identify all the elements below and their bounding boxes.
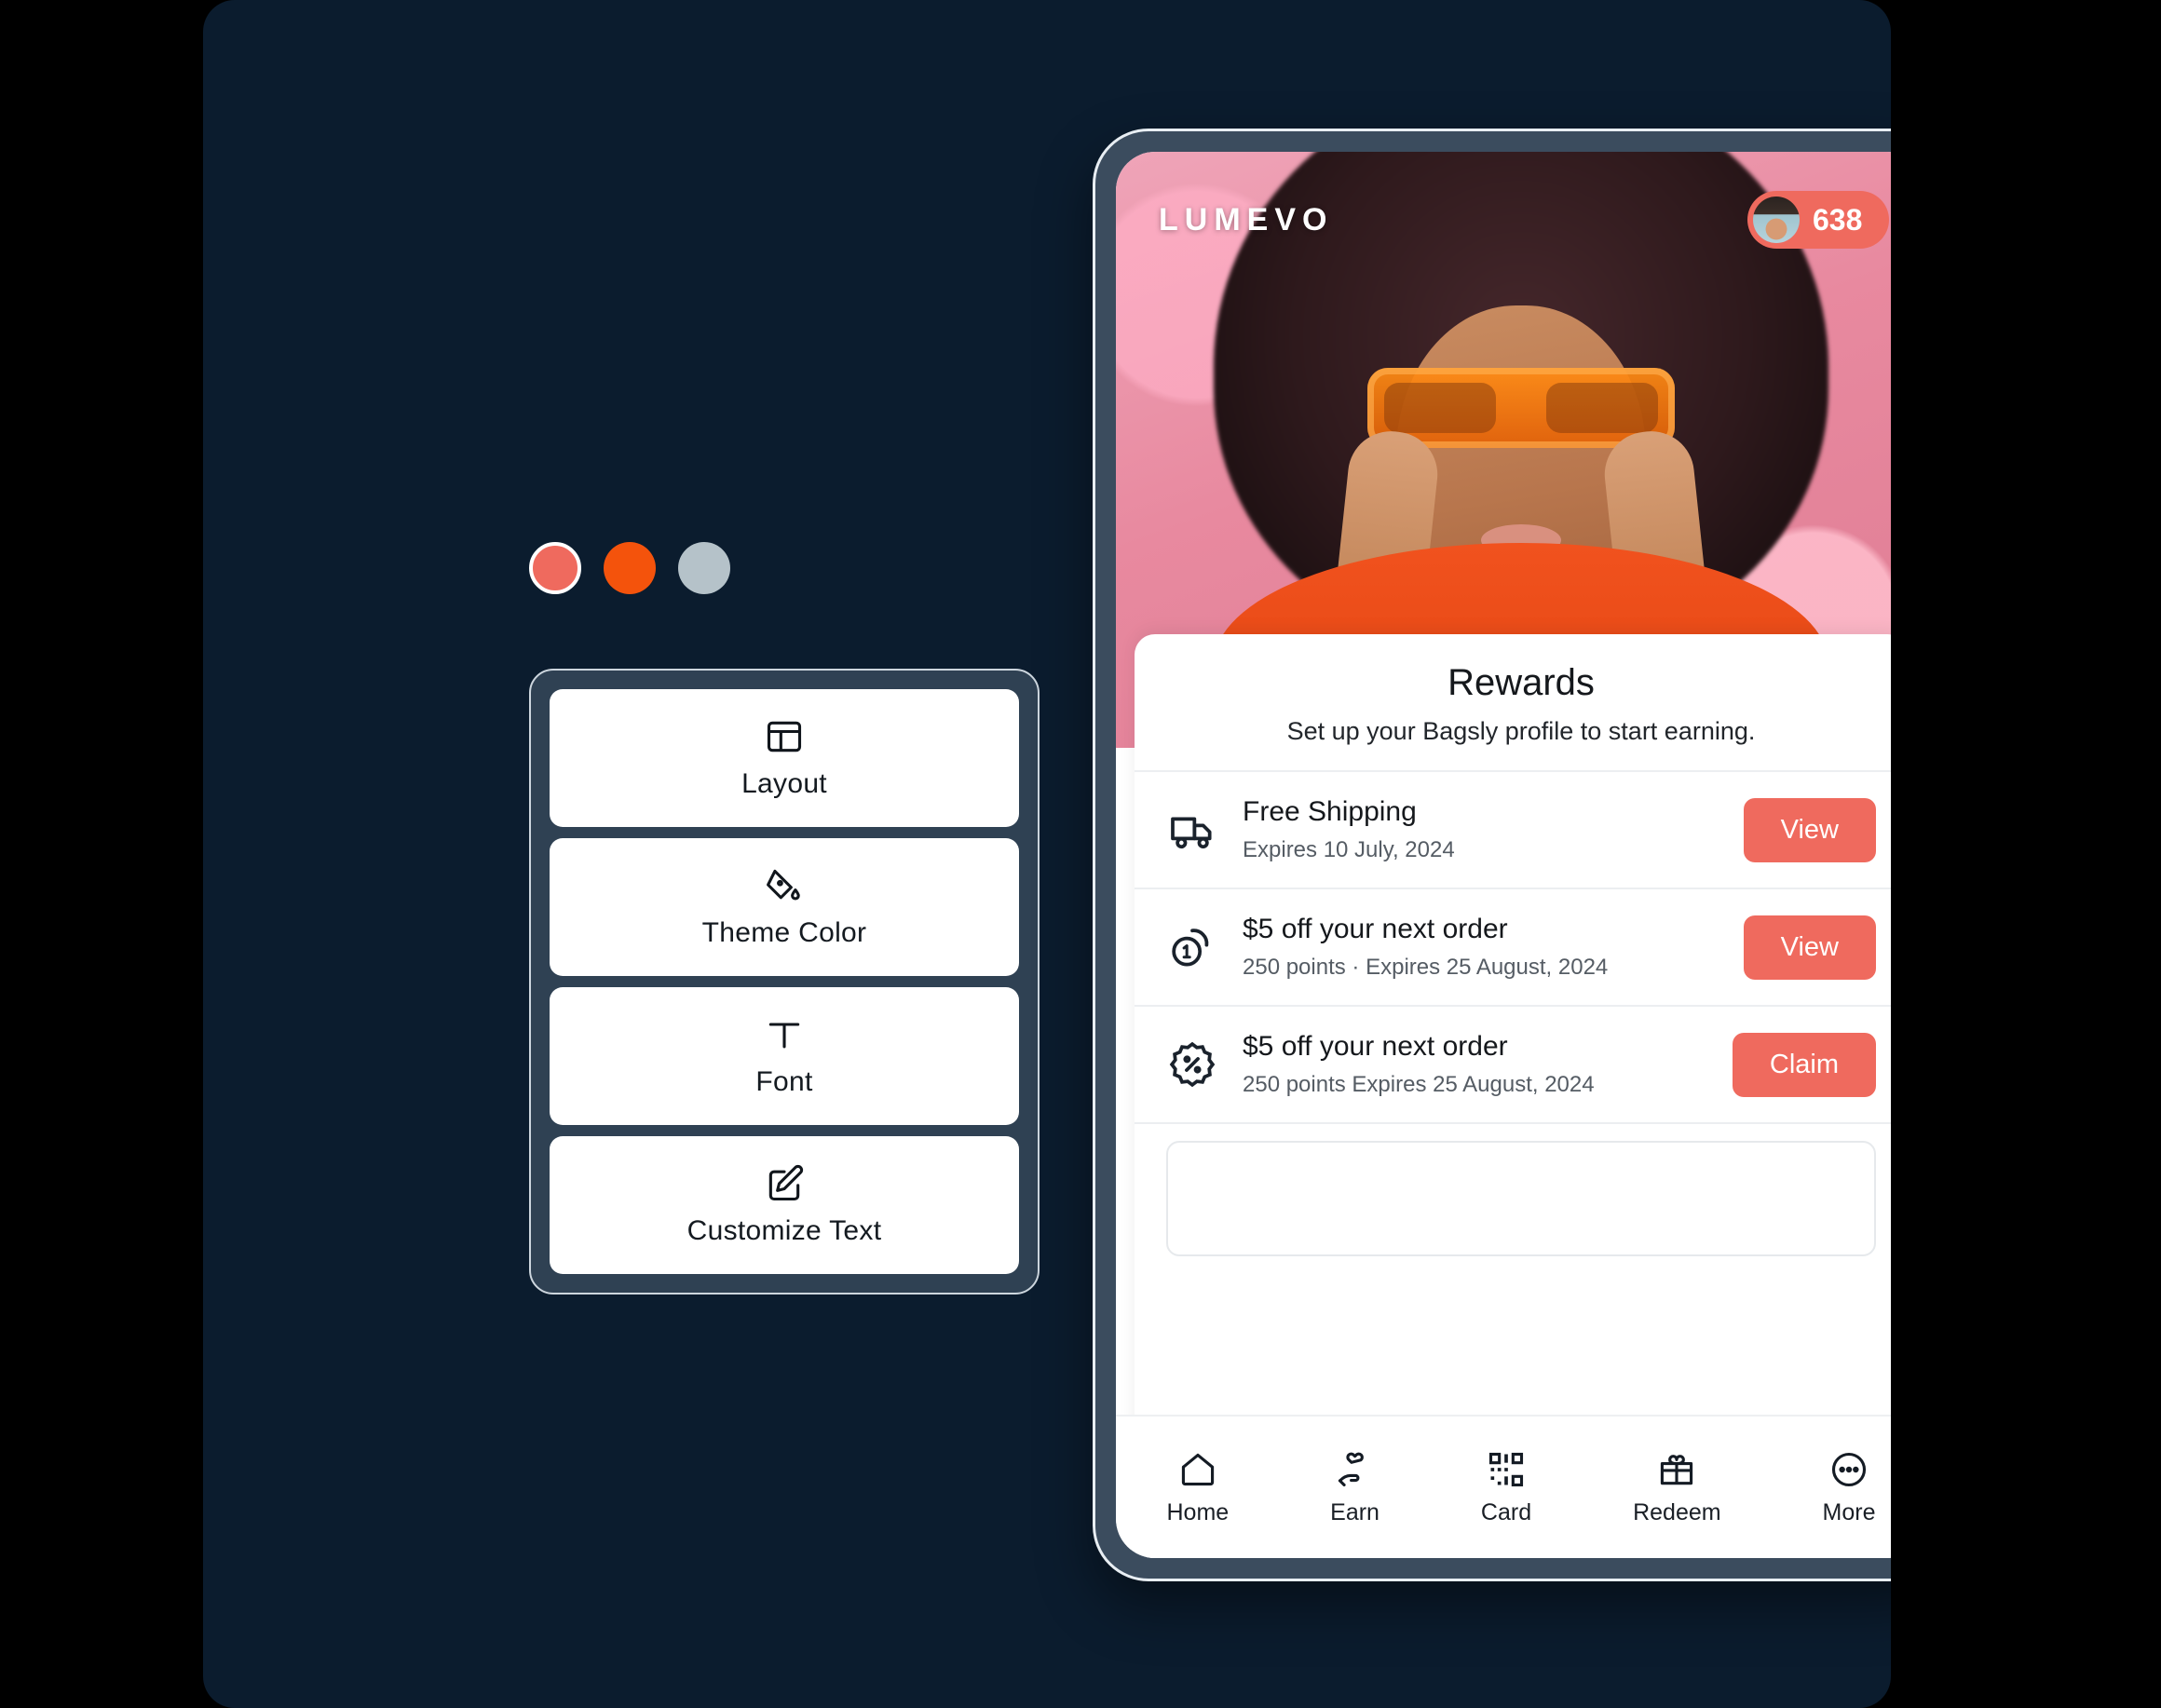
option-theme-color[interactable]: Theme Color — [550, 838, 1019, 976]
reward-row-free-shipping[interactable]: Free Shipping Expires 10 July, 2024 View — [1135, 772, 1891, 889]
nav-label: Home — [1166, 1498, 1230, 1525]
brand-logo: LUMEVO — [1159, 202, 1334, 237]
nav-item-home[interactable]: Home — [1166, 1449, 1229, 1526]
screenshot-stage: Layout Theme Color Font Customize Text L… — [0, 0, 2161, 1708]
customization-panel: Layout Theme Color Font Customize Text — [529, 669, 1040, 1295]
edit-square-icon — [768, 1164, 804, 1201]
coins-icon — [1172, 929, 1209, 967]
nav-item-card[interactable]: Card — [1481, 1449, 1531, 1526]
reward-text: Free Shipping Expires 10 July, 2024 — [1243, 796, 1719, 863]
reward-name: Free Shipping — [1243, 796, 1417, 827]
nav-label: Redeem — [1633, 1498, 1721, 1525]
rewards-subtitle: Set up your Bagsly profile to start earn… — [1286, 717, 1756, 745]
nav-item-earn[interactable]: Earn — [1330, 1449, 1380, 1526]
hand-heart-icon — [1338, 1452, 1364, 1486]
option-layout-label: Layout — [741, 768, 827, 799]
phone-mockup: LUMEVO 638 Rewards Set up your Bagsly pr… — [1093, 129, 1891, 1581]
option-font-label: Font — [755, 1066, 813, 1097]
reward-meta: Expires 10 July, 2024 — [1243, 837, 1455, 862]
points-value: 638 — [1813, 202, 1863, 237]
reward-row-5-off-points[interactable]: $5 off your next order 250 points · Expi… — [1135, 889, 1891, 1007]
nav-item-redeem[interactable]: Redeem — [1633, 1449, 1721, 1526]
reward-meta: 250 points · Expires 25 August, 2024 — [1243, 955, 1609, 980]
reward-name: $5 off your next order — [1243, 1031, 1508, 1062]
layout-icon — [767, 721, 802, 752]
option-font[interactable]: Font — [550, 987, 1019, 1125]
more-circle-icon — [1831, 1452, 1867, 1486]
reward-view-button[interactable]: View — [1743, 797, 1876, 862]
option-customize-text-label: Customize Text — [686, 1215, 882, 1246]
design-canvas: Layout Theme Color Font Customize Text L… — [203, 0, 1891, 1708]
text-format-icon — [768, 1023, 800, 1049]
home-icon — [1181, 1453, 1214, 1485]
nav-label: Card — [1480, 1498, 1532, 1525]
qr-code-icon — [1488, 1452, 1524, 1486]
avatar — [1753, 197, 1800, 243]
rewards-title: Rewards — [1447, 662, 1595, 703]
discount-badge-icon — [1169, 1041, 1216, 1088]
reward-text: $5 off your next order 250 points Expire… — [1243, 1031, 1708, 1098]
swatch-coral[interactable] — [529, 542, 581, 594]
nav-label: Earn — [1330, 1498, 1380, 1525]
rewards-header: Rewards Set up your Bagsly profile to st… — [1135, 634, 1891, 772]
theme-color-swatches — [529, 542, 730, 594]
option-theme-color-label: Theme Color — [701, 917, 867, 948]
reward-view-button[interactable]: View — [1743, 915, 1876, 980]
reward-claim-button[interactable]: Claim — [1732, 1032, 1876, 1097]
swatch-slate-gray[interactable] — [678, 542, 730, 594]
points-badge[interactable]: 638 — [1747, 191, 1889, 249]
bottom-nav: Home Earn Card Redeem More — [1116, 1415, 1891, 1558]
paint-bucket-icon — [767, 869, 800, 901]
truck-icon — [1171, 817, 1212, 849]
next-reward-placeholder-card[interactable] — [1166, 1141, 1876, 1256]
reward-row-5-off-claim[interactable]: $5 off your next order 250 points Expire… — [1135, 1007, 1891, 1124]
gift-icon — [1661, 1454, 1693, 1484]
option-customize-text[interactable]: Customize Text — [550, 1136, 1019, 1274]
phone-screen: LUMEVO 638 Rewards Set up your Bagsly pr… — [1116, 152, 1891, 1558]
nav-label: More — [1822, 1498, 1876, 1525]
nav-item-more[interactable]: More — [1823, 1449, 1876, 1526]
reward-text: $5 off your next order 250 points · Expi… — [1243, 914, 1719, 981]
reward-name: $5 off your next order — [1243, 914, 1508, 944]
option-layout[interactable]: Layout — [550, 689, 1019, 827]
reward-meta: 250 points Expires 25 August, 2024 — [1243, 1072, 1595, 1097]
swatch-orange[interactable] — [604, 542, 656, 594]
